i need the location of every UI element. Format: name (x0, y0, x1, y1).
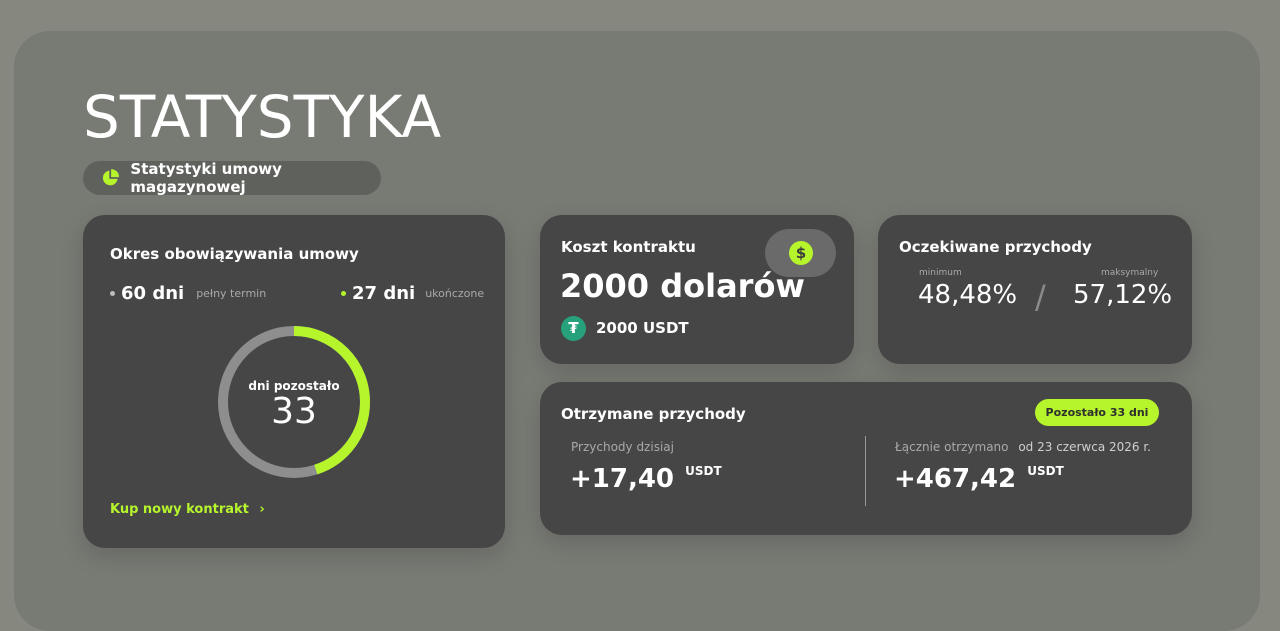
today-income-value: +17,40 (570, 464, 675, 494)
pie-chart-icon (102, 169, 119, 186)
contract-cost-usdt: 2000 USDT (596, 319, 689, 337)
total-term-value: 60 dni (121, 283, 185, 304)
maximum-value: 57,12% (1073, 280, 1173, 310)
total-received-unit: USDT (1027, 464, 1064, 478)
total-received-label: Łącznie otrzymano (895, 440, 1009, 454)
total-term-dot (110, 291, 115, 296)
chevron-right-icon: › (259, 502, 265, 517)
buy-new-contract-label: Kup nowy kontrakt (110, 502, 249, 517)
usdt-coin-icon: ₮ (561, 316, 586, 341)
expected-income-card: Oczekiwane przychody minimum 48,48% / ma… (878, 215, 1192, 364)
remaining-value: 33 (271, 391, 317, 432)
today-income-unit: USDT (685, 464, 722, 478)
total-term-label: pełny termin (196, 287, 267, 300)
chip-label: Statystyki umowy magazynowej (130, 160, 282, 196)
days-remaining-badge: Pozostało 33 dni (1035, 399, 1159, 426)
minimum-value: 48,48% (918, 280, 1018, 310)
completed-stat: 27 dni ukończone (341, 283, 484, 304)
maximum-label: maksymalny (1101, 268, 1159, 278)
total-received-value: +467,42 (894, 464, 1017, 494)
completed-label: ukończone (425, 287, 485, 300)
today-income: +17,40 USDT (570, 464, 722, 494)
minimum-label: minimum (919, 268, 962, 278)
today-income-label: Przychody dzisiaj (571, 440, 674, 454)
contract-term-title: Okres obowiązywania umowy (110, 245, 359, 263)
total-received: +467,42 USDT (894, 464, 1064, 494)
contract-cost-title: Koszt kontraktu (561, 238, 696, 256)
total-term-stat: 60 dni pełny termin (110, 283, 266, 304)
buy-new-contract-link[interactable]: Kup nowy kontrakt › (110, 502, 265, 517)
expected-income-title: Oczekiwane przychody (899, 238, 1092, 256)
contract-term-card: Okres obowiązywania umowy 60 dni pełny t… (83, 215, 505, 548)
contract-stats-chip[interactable]: Statystyki umowy magazynowej (83, 160, 381, 196)
page-title: STATYSTYKA (83, 83, 442, 151)
range-separator: / (1035, 278, 1046, 316)
received-income-card: Otrzymane przychody Pozostało 33 dni Prz… (540, 382, 1192, 535)
total-received-since: od 23 czerwca 2026 r. (1018, 440, 1151, 454)
received-income-title: Otrzymane przychody (561, 405, 746, 423)
completed-dot (341, 291, 346, 296)
contract-cost-amount: 2000 dolarów (560, 267, 805, 305)
dollar-icon: $ (789, 241, 813, 265)
income-divider (865, 436, 866, 506)
contract-cost-card: Koszt kontraktu $ 2000 dolarów ₮ 2000 US… (540, 215, 854, 364)
total-received-header: Łącznie otrzymano od 23 czerwca 2026 r. (895, 440, 1151, 454)
completed-value: 27 dni (352, 283, 416, 304)
